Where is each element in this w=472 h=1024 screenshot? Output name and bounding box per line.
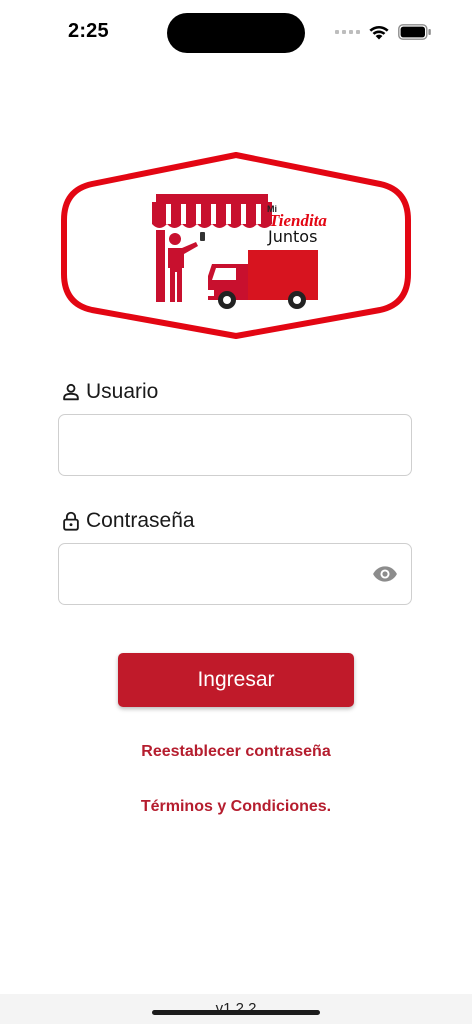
login-button[interactable]: Ingresar (118, 653, 354, 707)
wifi-icon (369, 25, 389, 40)
password-label-text: Contraseña (86, 509, 195, 532)
logo-text-juntos: Juntos (267, 227, 317, 246)
username-input[interactable] (59, 415, 411, 475)
show-password-toggle[interactable] (371, 560, 399, 588)
terms-and-conditions-link[interactable]: Términos y Condiciones. (0, 798, 472, 816)
status-time: 2:25 (68, 20, 109, 42)
mi-tiendita-juntos-logo: Mi Tiendita Juntos (61, 152, 411, 339)
reset-password-link[interactable]: Reestablecer contraseña (0, 743, 472, 761)
battery-icon (398, 24, 431, 40)
password-label: Contraseña (60, 509, 195, 533)
lock-icon (63, 511, 79, 531)
eye-icon (373, 566, 397, 582)
password-field-box (58, 543, 412, 605)
cellular-signal-icon (335, 30, 360, 34)
username-label: Usuario (60, 380, 158, 404)
username-field-box (58, 414, 412, 476)
login-screen: 2:25 Mi Tiendita Juntos Usuario Contrase… (0, 0, 472, 1024)
dynamic-island (167, 13, 305, 53)
username-label-text: Usuario (86, 380, 159, 403)
home-indicator[interactable] (152, 1010, 320, 1015)
password-input[interactable] (59, 544, 411, 604)
status-icons (335, 22, 432, 42)
user-icon (63, 383, 79, 401)
